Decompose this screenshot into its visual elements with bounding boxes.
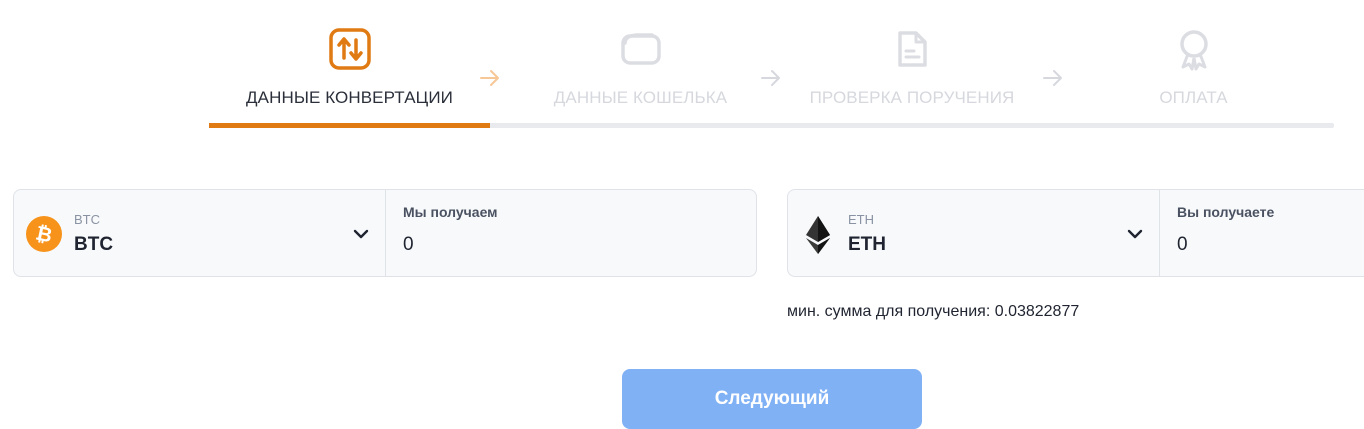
receive-panel: ETH ETH Вы получаете — [787, 189, 1364, 277]
send-coin-name: BTC — [74, 234, 114, 255]
arrow-right-icon — [480, 70, 499, 86]
step-order-check[interactable]: ПРОВЕРКА ПОРУЧЕНИЯ — [790, 0, 1034, 126]
award-badge-icon — [1179, 30, 1208, 71]
step-label: ДАННЫЕ КОШЕЛЬКА — [553, 88, 728, 107]
step-label: ДАННЫЕ КОНВЕРТАЦИИ — [246, 88, 453, 107]
step-label: ПРОВЕРКА ПОРУЧЕНИЯ — [809, 88, 1015, 107]
ethereum-icon — [806, 216, 830, 254]
send-coin-ticker: BTC — [74, 212, 100, 227]
step-conversion-data[interactable]: ДАННЫЕ КОНВЕРТАЦИИ — [209, 0, 490, 126]
chevron-down-icon[interactable] — [351, 224, 371, 244]
min-amount-note: мин. сумма для получения: 0.03822877 — [787, 303, 1080, 320]
wallet-icon — [620, 33, 661, 65]
step-payment[interactable]: ОПЛАТА — [1069, 0, 1318, 126]
arrow-right-icon — [761, 70, 780, 86]
send-panel: ₿ BTC BTC Мы получаем — [13, 189, 757, 277]
step-wallet-data[interactable]: ДАННЫЕ КОШЕЛЬКА — [509, 0, 772, 126]
progress-fill — [209, 123, 491, 128]
receive-amount-box: Вы получаете — [1160, 190, 1364, 276]
receive-coin-ticker: ETH — [848, 212, 874, 227]
document-icon — [898, 31, 927, 67]
exchange-arrows-icon — [328, 28, 371, 70]
send-coin-select[interactable]: ₿ BTC BTC — [14, 190, 386, 276]
stepper: ДАННЫЕ КОНВЕРТАЦИИ ДАННЫЕ КОШЕЛЬКА ПРОВЕ… — [209, 0, 1334, 130]
send-amount-label: Мы получаем — [403, 204, 498, 220]
receive-amount-label: Вы получаете — [1177, 204, 1275, 220]
chevron-down-icon[interactable] — [1125, 224, 1145, 244]
receive-coin-name: ETH — [848, 234, 886, 255]
receive-amount-input[interactable] — [1177, 232, 1364, 258]
receive-coin-select[interactable]: ETH ETH — [788, 190, 1160, 276]
send-amount-box: Мы получаем — [386, 190, 756, 276]
arrow-right-icon — [1043, 70, 1062, 86]
bitcoin-icon: ₿ — [26, 216, 62, 252]
next-button[interactable]: Следующий — [622, 369, 922, 429]
send-amount-input[interactable] — [403, 232, 703, 258]
step-label: ОПЛАТА — [1159, 88, 1228, 107]
progress-track — [209, 123, 1334, 128]
